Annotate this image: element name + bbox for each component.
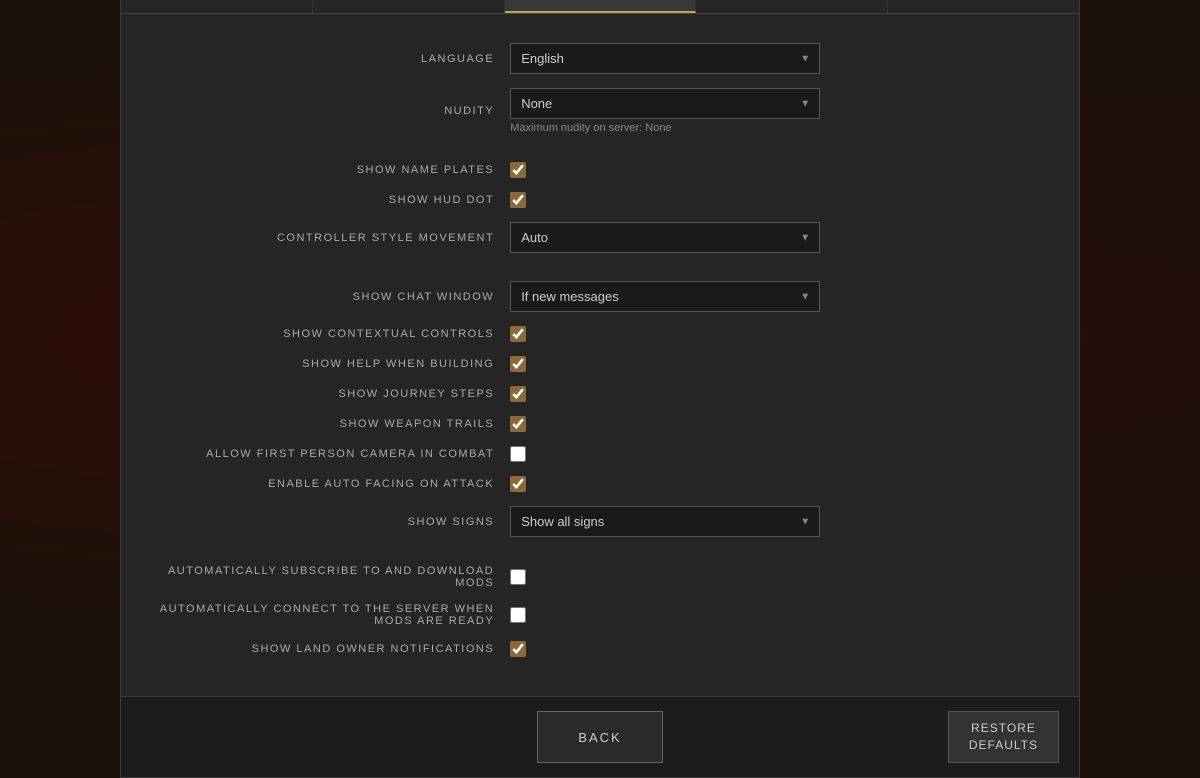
back-button[interactable]: BACK <box>537 711 662 763</box>
language-control: English <box>510 38 1049 79</box>
show-hud-dot-row: SHOW HUD DOT <box>151 187 1049 213</box>
show-signs-label: SHOW SIGNS <box>151 501 510 542</box>
show-hud-dot-control <box>510 187 1049 213</box>
tab-controls[interactable]: CONTROLS <box>696 0 888 13</box>
nudity-row: NUDITY None Maximum nudity on server: No… <box>151 83 1049 139</box>
show-help-building-checkbox[interactable] <box>510 356 526 372</box>
allow-first-person-checkbox[interactable] <box>510 446 526 462</box>
show-contextual-controls-label: SHOW CONTEXTUAL CONTROLS <box>151 321 510 347</box>
language-select[interactable]: English <box>510 43 820 74</box>
auto-subscribe-row: AUTOMATICALLY SUBSCRIBE TO AND DOWNLOAD … <box>151 560 1049 594</box>
modal-overlay: SETTINGS ✕ VIDEO AUDIO GAMEPLAY CONTROLS… <box>0 0 1200 679</box>
allow-first-person-label: ALLOW FIRST PERSON CAMERA IN COMBAT <box>151 441 510 467</box>
show-land-owner-row: SHOW LAND OWNER NOTIFICATIONS <box>151 636 1049 662</box>
footer-left-spacer <box>141 711 261 763</box>
enable-auto-facing-row: ENABLE AUTO FACING ON ATTACK <box>151 471 1049 497</box>
nudity-select-wrapper: None <box>510 88 820 119</box>
show-chat-window-control: If new messages <box>510 276 1049 317</box>
tab-gameplay[interactable]: GAMEPLAY <box>505 0 697 13</box>
controller-style-select[interactable]: Auto <box>510 222 820 253</box>
spacer-2 <box>151 262 1049 272</box>
show-help-building-row: SHOW HELP WHEN BUILDING <box>151 351 1049 377</box>
controller-style-label: CONTROLLER STYLE MOVEMENT <box>151 217 510 258</box>
footer-right: RESTORE DEFAULTS <box>939 711 1059 763</box>
auto-connect-control <box>510 598 1049 632</box>
show-journey-steps-row: SHOW JOURNEY STEPS <box>151 381 1049 407</box>
show-journey-steps-checkbox[interactable] <box>510 386 526 402</box>
show-signs-control: Show all signs <box>510 501 1049 542</box>
auto-subscribe-checkbox[interactable] <box>510 569 526 585</box>
show-contextual-controls-row: SHOW CONTEXTUAL CONTROLS <box>151 321 1049 347</box>
show-weapon-trails-row: SHOW WEAPON TRAILS <box>151 411 1049 437</box>
show-contextual-controls-control <box>510 321 1049 347</box>
allow-first-person-control <box>510 441 1049 467</box>
show-weapon-trails-control <box>510 411 1049 437</box>
show-name-plates-row: SHOW NAME PLATES <box>151 157 1049 183</box>
tab-bar: VIDEO AUDIO GAMEPLAY CONTROLS KEYBINDING… <box>121 0 1079 14</box>
show-name-plates-checkbox[interactable] <box>510 162 526 178</box>
show-hud-dot-checkbox[interactable] <box>510 192 526 208</box>
show-chat-select-wrapper: If new messages <box>510 281 820 312</box>
allow-first-person-row: ALLOW FIRST PERSON CAMERA IN COMBAT <box>151 441 1049 467</box>
show-land-owner-label: SHOW LAND OWNER NOTIFICATIONS <box>151 636 510 662</box>
show-journey-steps-control <box>510 381 1049 407</box>
auto-connect-checkbox[interactable] <box>510 607 526 623</box>
show-chat-window-row: SHOW CHAT WINDOW If new messages <box>151 276 1049 317</box>
show-help-building-control <box>510 351 1049 377</box>
enable-auto-facing-label: ENABLE AUTO FACING ON ATTACK <box>151 471 510 497</box>
nudity-note: Maximum nudity on server: None <box>510 122 1049 134</box>
nudity-label: NUDITY <box>151 83 510 139</box>
show-signs-select[interactable]: Show all signs <box>510 506 820 537</box>
auto-connect-label: AUTOMATICALLY CONNECT TO THE SERVER WHEN… <box>151 598 510 632</box>
controller-style-control: Auto <box>510 217 1049 258</box>
enable-auto-facing-checkbox[interactable] <box>510 476 526 492</box>
restore-defaults-button[interactable]: RESTORE DEFAULTS <box>948 711 1059 763</box>
language-row: LANGUAGE English <box>151 38 1049 79</box>
show-journey-steps-label: SHOW JOURNEY STEPS <box>151 381 510 407</box>
show-signs-select-wrapper: Show all signs <box>510 506 820 537</box>
auto-subscribe-control <box>510 560 1049 594</box>
show-help-building-label: SHOW HELP WHEN BUILDING <box>151 351 510 377</box>
auto-subscribe-label: AUTOMATICALLY SUBSCRIBE TO AND DOWNLOAD … <box>151 560 510 594</box>
show-chat-select[interactable]: If new messages <box>510 281 820 312</box>
show-land-owner-checkbox[interactable] <box>510 641 526 657</box>
enable-auto-facing-control <box>510 471 1049 497</box>
modal-footer: BACK RESTORE DEFAULTS <box>121 696 1079 777</box>
show-name-plates-control <box>510 157 1049 183</box>
modal-body: LANGUAGE English NUDITY <box>121 14 1079 696</box>
nudity-control: None Maximum nudity on server: None <box>510 83 1049 139</box>
show-hud-dot-label: SHOW HUD DOT <box>151 187 510 213</box>
show-land-owner-control <box>510 636 1049 662</box>
tab-video[interactable]: VIDEO <box>121 0 313 13</box>
settings-grid: LANGUAGE English NUDITY <box>151 34 1049 666</box>
auto-connect-row: AUTOMATICALLY CONNECT TO THE SERVER WHEN… <box>151 598 1049 632</box>
tab-audio[interactable]: AUDIO <box>313 0 505 13</box>
footer-center: BACK <box>261 711 939 763</box>
language-label: LANGUAGE <box>151 38 510 79</box>
show-weapon-trails-checkbox[interactable] <box>510 416 526 432</box>
show-chat-window-label: SHOW CHAT WINDOW <box>151 276 510 317</box>
controller-style-row: CONTROLLER STYLE MOVEMENT Auto <box>151 217 1049 258</box>
controller-style-select-wrapper: Auto <box>510 222 820 253</box>
show-name-plates-label: SHOW NAME PLATES <box>151 157 510 183</box>
language-select-wrapper: English <box>510 43 820 74</box>
spacer-3 <box>151 546 1049 556</box>
tab-keybindings[interactable]: KEYBINDINGS <box>888 0 1079 13</box>
nudity-select[interactable]: None <box>510 88 820 119</box>
show-signs-row: SHOW SIGNS Show all signs <box>151 501 1049 542</box>
settings-modal: SETTINGS ✕ VIDEO AUDIO GAMEPLAY CONTROLS… <box>120 0 1080 778</box>
show-contextual-controls-checkbox[interactable] <box>510 326 526 342</box>
show-weapon-trails-label: SHOW WEAPON TRAILS <box>151 411 510 437</box>
spacer-1 <box>151 143 1049 153</box>
